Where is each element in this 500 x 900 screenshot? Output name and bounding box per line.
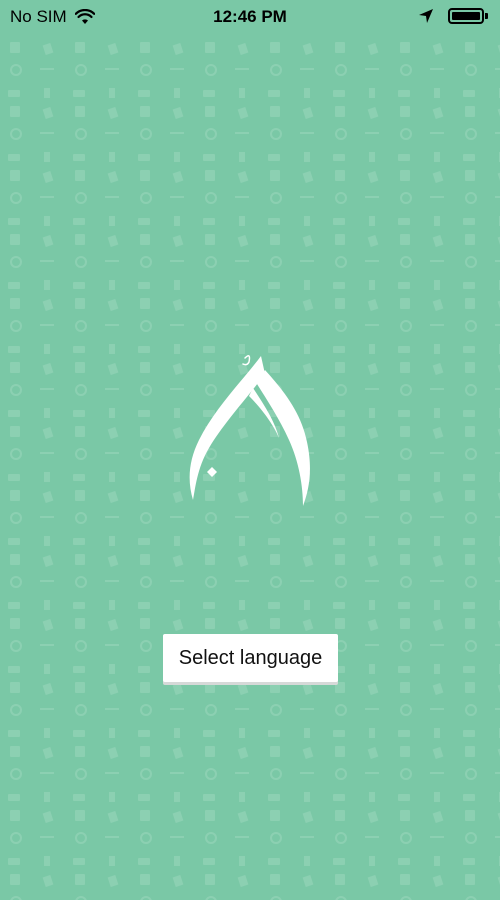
select-language-button[interactable]: Select language (163, 634, 338, 682)
status-right (418, 8, 488, 24)
battery-icon (448, 8, 484, 24)
app-logo-icon (189, 355, 310, 506)
location-arrow-icon (419, 9, 433, 23)
battery-tip (485, 13, 488, 19)
battery-fill (452, 12, 480, 20)
status-bar: No SIM 12:46 PM (0, 0, 500, 34)
